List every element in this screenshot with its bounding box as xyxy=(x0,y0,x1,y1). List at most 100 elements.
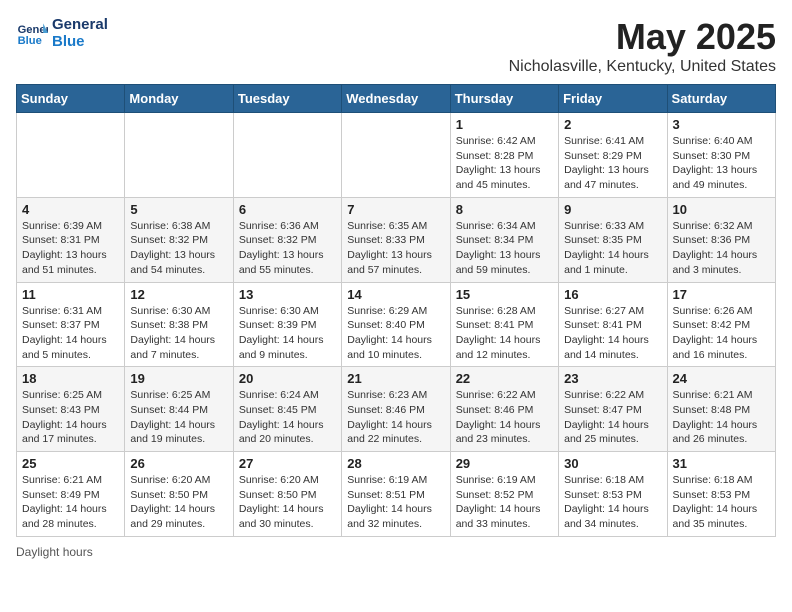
day-cell: 4Sunrise: 6:39 AM Sunset: 8:31 PM Daylig… xyxy=(17,197,125,282)
day-number: 11 xyxy=(22,287,119,302)
day-info: Sunrise: 6:22 AM Sunset: 8:47 PM Dayligh… xyxy=(564,388,661,447)
weekday-header-row: SundayMondayTuesdayWednesdayThursdayFrid… xyxy=(17,85,776,113)
weekday-header-tuesday: Tuesday xyxy=(233,85,341,113)
day-cell: 7 Sunrise: 6:35 AM Sunset: 8:33 PM Daylig… xyxy=(342,197,450,282)
day-info: Sunrise: 6:22 AM Sunset: 8:46 PM Dayligh… xyxy=(456,388,553,447)
logo-general: General xyxy=(52,16,108,33)
day-number: 13 xyxy=(239,287,336,302)
day-info: Sunrise: 6:26 AM Sunset: 8:42 PM Dayligh… xyxy=(673,304,770,363)
day-number: 28 xyxy=(347,456,444,471)
day-number: 10 xyxy=(673,202,770,217)
logo-blue: Blue xyxy=(52,33,108,50)
month-title: May 2025 xyxy=(509,16,776,58)
day-info: Sunrise: 6:36 AM Sunset: 8:32 PM Dayligh… xyxy=(239,219,336,278)
day-info: Sunrise: 6:18 AM Sunset: 8:53 PM Dayligh… xyxy=(564,473,661,532)
day-number: 7 xyxy=(347,202,444,217)
day-number: 24 xyxy=(673,371,770,386)
day-number: 19 xyxy=(130,371,227,386)
day-cell: 8Sunrise: 6:34 AM Sunset: 8:34 PM Daylig… xyxy=(450,197,558,282)
day-number: 1 xyxy=(456,117,553,132)
logo: General Blue General Blue xyxy=(16,16,108,50)
day-number: 14 xyxy=(347,287,444,302)
day-info: Sunrise: 6:42 AM Sunset: 8:28 PM Dayligh… xyxy=(456,134,553,193)
day-info: Sunrise: 6:21 AM Sunset: 8:48 PM Dayligh… xyxy=(673,388,770,447)
day-cell: 26Sunrise: 6:20 AM Sunset: 8:50 PM Dayli… xyxy=(125,452,233,537)
day-info: Sunrise: 6:30 AM Sunset: 8:39 PM Dayligh… xyxy=(239,304,336,363)
page-header: General Blue General Blue May 2025 Nicho… xyxy=(16,16,776,76)
day-cell: 19 Sunrise: 6:25 AM Sunset: 8:44 PM Dayli… xyxy=(125,367,233,452)
day-info: Sunrise: 6:30 AM Sunset: 8:38 PM Dayligh… xyxy=(130,304,227,363)
day-cell: 25 Sunrise: 6:21 AM Sunset: 8:49 PM Dayli… xyxy=(17,452,125,537)
day-cell: 1 Sunrise: 6:42 AM Sunset: 8:28 PM Daylig… xyxy=(450,113,558,198)
title-block: May 2025 Nicholasville, Kentucky, United… xyxy=(509,16,776,76)
day-number: 25 xyxy=(22,456,119,471)
day-number: 30 xyxy=(564,456,661,471)
day-cell: 24 Sunrise: 6:21 AM Sunset: 8:48 PM Dayli… xyxy=(667,367,775,452)
day-cell xyxy=(17,113,125,198)
day-cell: 9Sunrise: 6:33 AM Sunset: 8:35 PM Daylig… xyxy=(559,197,667,282)
day-info: Sunrise: 6:23 AM Sunset: 8:46 PM Dayligh… xyxy=(347,388,444,447)
day-number: 8 xyxy=(456,202,553,217)
day-cell xyxy=(125,113,233,198)
day-number: 3 xyxy=(673,117,770,132)
day-number: 21 xyxy=(347,371,444,386)
day-cell: 31Sunrise: 6:18 AM Sunset: 8:53 PM Dayli… xyxy=(667,452,775,537)
day-number: 15 xyxy=(456,287,553,302)
day-number: 18 xyxy=(22,371,119,386)
logo-icon: General Blue xyxy=(16,17,48,49)
day-cell xyxy=(233,113,341,198)
day-cell: 17 Sunrise: 6:26 AM Sunset: 8:42 PM Dayli… xyxy=(667,282,775,367)
day-cell: 28Sunrise: 6:19 AM Sunset: 8:51 PM Dayli… xyxy=(342,452,450,537)
week-row-5: 25 Sunrise: 6:21 AM Sunset: 8:49 PM Dayli… xyxy=(17,452,776,537)
day-cell: 29 Sunrise: 6:19 AM Sunset: 8:52 PM Dayli… xyxy=(450,452,558,537)
day-number: 6 xyxy=(239,202,336,217)
day-info: Sunrise: 6:28 AM Sunset: 8:41 PM Dayligh… xyxy=(456,304,553,363)
day-number: 16 xyxy=(564,287,661,302)
day-cell: 23Sunrise: 6:22 AM Sunset: 8:47 PM Dayli… xyxy=(559,367,667,452)
day-cell: 30 Sunrise: 6:18 AM Sunset: 8:53 PM Dayli… xyxy=(559,452,667,537)
day-cell: 13 Sunrise: 6:30 AM Sunset: 8:39 PM Dayli… xyxy=(233,282,341,367)
week-row-2: 4Sunrise: 6:39 AM Sunset: 8:31 PM Daylig… xyxy=(17,197,776,282)
day-info: Sunrise: 6:35 AM Sunset: 8:33 PM Dayligh… xyxy=(347,219,444,278)
footer-note: Daylight hours xyxy=(16,545,776,559)
day-cell: 12 Sunrise: 6:30 AM Sunset: 8:38 PM Dayli… xyxy=(125,282,233,367)
day-number: 2 xyxy=(564,117,661,132)
day-info: Sunrise: 6:41 AM Sunset: 8:29 PM Dayligh… xyxy=(564,134,661,193)
day-info: Sunrise: 6:27 AM Sunset: 8:41 PM Dayligh… xyxy=(564,304,661,363)
day-info: Sunrise: 6:20 AM Sunset: 8:50 PM Dayligh… xyxy=(130,473,227,532)
week-row-4: 18 Sunrise: 6:25 AM Sunset: 8:43 PM Dayli… xyxy=(17,367,776,452)
day-cell: 27 Sunrise: 6:20 AM Sunset: 8:50 PM Dayli… xyxy=(233,452,341,537)
day-cell: 5Sunrise: 6:38 AM Sunset: 8:32 PM Daylig… xyxy=(125,197,233,282)
day-info: Sunrise: 6:19 AM Sunset: 8:52 PM Dayligh… xyxy=(456,473,553,532)
week-row-1: 1 Sunrise: 6:42 AM Sunset: 8:28 PM Daylig… xyxy=(17,113,776,198)
week-row-3: 11 Sunrise: 6:31 AM Sunset: 8:37 PM Dayli… xyxy=(17,282,776,367)
day-number: 5 xyxy=(130,202,227,217)
day-cell: 11 Sunrise: 6:31 AM Sunset: 8:37 PM Dayli… xyxy=(17,282,125,367)
day-cell: 3 Sunrise: 6:40 AM Sunset: 8:30 PM Daylig… xyxy=(667,113,775,198)
day-number: 27 xyxy=(239,456,336,471)
day-number: 29 xyxy=(456,456,553,471)
svg-text:Blue: Blue xyxy=(18,35,42,47)
day-info: Sunrise: 6:25 AM Sunset: 8:43 PM Dayligh… xyxy=(22,388,119,447)
day-number: 17 xyxy=(673,287,770,302)
weekday-header-saturday: Saturday xyxy=(667,85,775,113)
day-info: Sunrise: 6:31 AM Sunset: 8:37 PM Dayligh… xyxy=(22,304,119,363)
day-info: Sunrise: 6:21 AM Sunset: 8:49 PM Dayligh… xyxy=(22,473,119,532)
day-info: Sunrise: 6:32 AM Sunset: 8:36 PM Dayligh… xyxy=(673,219,770,278)
day-cell: 22 Sunrise: 6:22 AM Sunset: 8:46 PM Dayli… xyxy=(450,367,558,452)
day-cell: 14Sunrise: 6:29 AM Sunset: 8:40 PM Dayli… xyxy=(342,282,450,367)
day-number: 20 xyxy=(239,371,336,386)
day-number: 9 xyxy=(564,202,661,217)
day-cell: 18 Sunrise: 6:25 AM Sunset: 8:43 PM Dayli… xyxy=(17,367,125,452)
day-number: 22 xyxy=(456,371,553,386)
weekday-header-monday: Monday xyxy=(125,85,233,113)
day-cell: 16 Sunrise: 6:27 AM Sunset: 8:41 PM Dayli… xyxy=(559,282,667,367)
day-info: Sunrise: 6:24 AM Sunset: 8:45 PM Dayligh… xyxy=(239,388,336,447)
day-number: 12 xyxy=(130,287,227,302)
day-info: Sunrise: 6:20 AM Sunset: 8:50 PM Dayligh… xyxy=(239,473,336,532)
day-info: Sunrise: 6:40 AM Sunset: 8:30 PM Dayligh… xyxy=(673,134,770,193)
weekday-header-friday: Friday xyxy=(559,85,667,113)
day-info: Sunrise: 6:25 AM Sunset: 8:44 PM Dayligh… xyxy=(130,388,227,447)
day-cell: 20 Sunrise: 6:24 AM Sunset: 8:45 PM Dayli… xyxy=(233,367,341,452)
day-info: Sunrise: 6:18 AM Sunset: 8:53 PM Dayligh… xyxy=(673,473,770,532)
